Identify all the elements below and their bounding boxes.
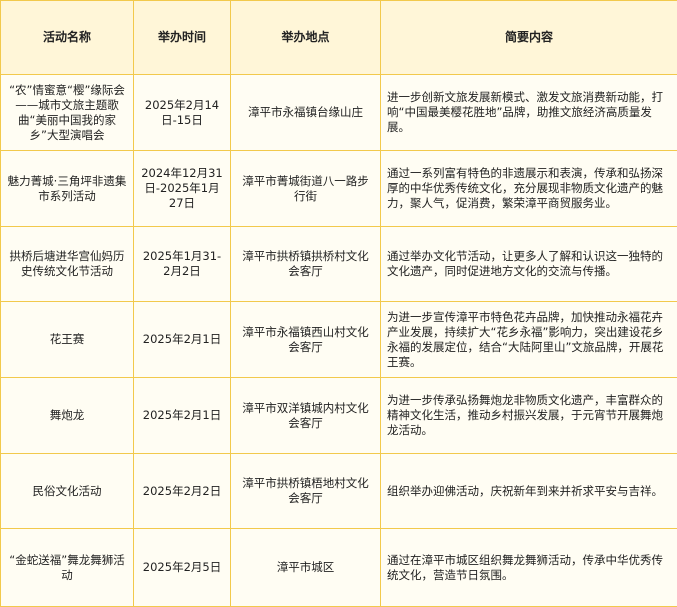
cell-content: 通过举办文化节活动，让更多人了解和认识这一独特的文化遗产，同时促进地方文化的交流… — [381, 227, 677, 302]
cell-content: 组织举办迎佛活动，庆祝新年到来并祈求平安与吉祥。 — [381, 454, 677, 529]
cell-activity-name: 魅力菁城·三角坪非遗集市系列活动 — [1, 151, 134, 227]
cell-activity-name: 舞炮龙 — [1, 378, 134, 454]
cell-time: 2025年2月14日-15日 — [134, 75, 231, 151]
cell-content: 为进一步宣传漳平市特色花卉品牌，加快推动永福花卉产业发展，持续扩大“花乡永福”影… — [381, 302, 677, 378]
table-row: “农”情蜜意“樱”缘际会——城市文旅主题歌曲“美丽中国我的家乡”大型演唱会 20… — [1, 75, 677, 151]
cell-time: 2025年1月31-2月2日 — [134, 227, 231, 302]
table-row: 拱桥后塘进华宫仙妈历史传统文化节活动 2025年1月31-2月2日 漳平市拱桥镇… — [1, 227, 677, 302]
table-row: 民俗文化活动 2025年2月2日 漳平市拱桥镇梧地村文化会客厅 组织举办迎佛活动… — [1, 454, 677, 529]
cell-content: 进一步创新文旅发展新模式、激发文旅消费新动能，打响“中国最美樱花胜地”品牌，助推… — [381, 75, 677, 151]
cell-place: 漳平市菁城街道八一路步行街 — [231, 151, 381, 227]
header-activity-name: 活动名称 — [1, 1, 134, 75]
cell-place: 漳平市双洋镇城内村文化会客厅 — [231, 378, 381, 454]
cell-place: 漳平市城区 — [231, 529, 381, 607]
cell-time: 2025年2月1日 — [134, 302, 231, 378]
table-row: 魅力菁城·三角坪非遗集市系列活动 2024年12月31日-2025年1月27日 … — [1, 151, 677, 227]
header-place: 举办地点 — [231, 1, 381, 75]
events-table: 活动名称 举办时间 举办地点 简要内容 “农”情蜜意“樱”缘际会——城市文旅主题… — [0, 0, 677, 607]
table-row: 舞炮龙 2025年2月1日 漳平市双洋镇城内村文化会客厅 为进一步传承弘扬舞炮龙… — [1, 378, 677, 454]
cell-time: 2024年12月31日-2025年1月27日 — [134, 151, 231, 227]
cell-time: 2025年2月5日 — [134, 529, 231, 607]
cell-place: 漳平市永福镇西山村文化会客厅 — [231, 302, 381, 378]
cell-activity-name: “金蛇送福”舞龙舞狮活动 — [1, 529, 134, 607]
header-row: 活动名称 举办时间 举办地点 简要内容 — [1, 1, 677, 75]
cell-content: 通过在漳平市城区组织舞龙舞狮活动，传承中华优秀传统文化，营造节日氛围。 — [381, 529, 677, 607]
cell-time: 2025年2月1日 — [134, 378, 231, 454]
cell-content: 通过一系列富有特色的非遗展示和表演，传承和弘扬深厚的中华优秀传统文化，充分展现非… — [381, 151, 677, 227]
table-row: 花王赛 2025年2月1日 漳平市永福镇西山村文化会客厅 为进一步宣传漳平市特色… — [1, 302, 677, 378]
cell-content: 为进一步传承弘扬舞炮龙非物质文化遗产，丰富群众的精神文化生活，推动乡村振兴发展，… — [381, 378, 677, 454]
cell-place: 漳平市拱桥镇梧地村文化会客厅 — [231, 454, 381, 529]
cell-place: 漳平市永福镇台缘山庄 — [231, 75, 381, 151]
table-row: “金蛇送福”舞龙舞狮活动 2025年2月5日 漳平市城区 通过在漳平市城区组织舞… — [1, 529, 677, 607]
header-time: 举办时间 — [134, 1, 231, 75]
header-content: 简要内容 — [381, 1, 677, 75]
cell-activity-name: 花王赛 — [1, 302, 134, 378]
cell-activity-name: 民俗文化活动 — [1, 454, 134, 529]
cell-activity-name: “农”情蜜意“樱”缘际会——城市文旅主题歌曲“美丽中国我的家乡”大型演唱会 — [1, 75, 134, 151]
cell-place: 漳平市拱桥镇拱桥村文化会客厅 — [231, 227, 381, 302]
cell-activity-name: 拱桥后塘进华宫仙妈历史传统文化节活动 — [1, 227, 134, 302]
cell-time: 2025年2月2日 — [134, 454, 231, 529]
